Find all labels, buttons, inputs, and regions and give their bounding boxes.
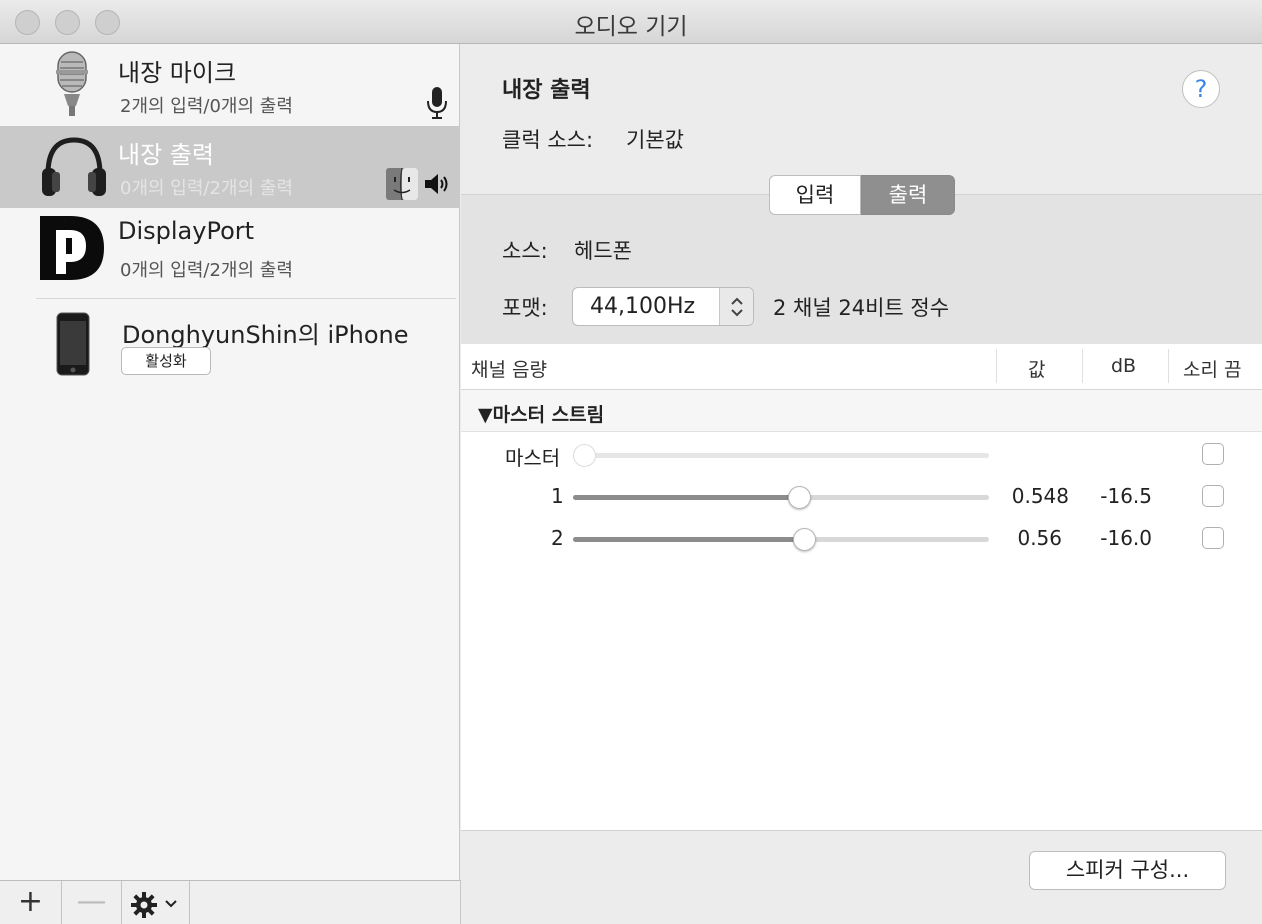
column-divider — [996, 349, 997, 383]
up-down-chevron-icon — [731, 297, 743, 317]
clock-source-value: 기본값 — [626, 128, 684, 152]
device-name: 내장 마이크 — [118, 59, 237, 87]
headphones-device-icon — [42, 137, 106, 196]
chevron-down-icon — [165, 900, 177, 908]
format-label: 포맷: — [502, 296, 548, 320]
format-select[interactable]: 44,100Hz — [572, 287, 754, 326]
add-device-button[interactable]: + — [0, 881, 62, 924]
device-channels: 2개의 입력/0개의 출력 — [120, 96, 293, 117]
finder-icon — [386, 168, 418, 200]
title-bar: 오디오 기기 — [0, 0, 1262, 44]
source-label: 소스: — [502, 239, 548, 263]
mute-checkbox-channel-2[interactable] — [1202, 527, 1224, 549]
table-header: 채널 음량 값 dB 소리 끔 — [461, 344, 1262, 390]
table-row-channel-2: 2 0.56 -16.0 — [461, 518, 1262, 558]
channel-db: -16.5 — [1100, 484, 1152, 508]
slider-fill — [573, 537, 805, 542]
tab-output[interactable]: 출력 — [861, 175, 955, 215]
volume-slider-master[interactable] — [573, 444, 989, 467]
action-menu-button[interactable] — [122, 881, 190, 924]
device-name: 내장 출력 — [118, 141, 214, 169]
gear-icon — [131, 892, 157, 918]
slider-knob[interactable] — [573, 444, 596, 467]
device-list: 내장 마이크 2개의 입력/0개의 출력 내장 출력 0개의 입력/2개의 출력 — [0, 44, 460, 880]
bottom-bar: 스피커 구성... — [461, 830, 1262, 924]
sidebar-divider — [36, 298, 456, 299]
help-button[interactable]: ? — [1182, 70, 1220, 108]
column-header-db[interactable]: dB — [1111, 355, 1136, 377]
column-header-value[interactable]: 값 — [1028, 355, 1045, 382]
column-header-mute[interactable]: 소리 끔 — [1183, 355, 1241, 382]
device-title: 내장 출력 — [502, 78, 591, 103]
channel-label: 1 — [551, 484, 564, 508]
column-divider — [1082, 349, 1083, 383]
channel-value: 0.548 — [1011, 484, 1069, 508]
column-header-channel[interactable]: 채널 음량 — [471, 355, 547, 382]
format-description: 2 채널 24비트 정수 — [773, 296, 950, 320]
channel-label: 2 — [551, 526, 564, 550]
device-item-iphone[interactable]: DonghyunShin의 iPhone — [0, 302, 460, 382]
volume-slider-channel-1[interactable] — [573, 486, 989, 509]
column-divider — [1168, 349, 1169, 383]
device-channels: 0개의 입력/2개의 출력 — [120, 178, 293, 199]
slider-knob[interactable] — [793, 528, 817, 551]
master-stream-group[interactable]: ▼마스터 스트림 — [461, 390, 1262, 432]
volume-slider-channel-2[interactable] — [573, 528, 989, 551]
speaker-icon — [425, 174, 448, 194]
activate-button[interactable]: 활성화 — [121, 347, 211, 375]
slider-knob[interactable] — [788, 486, 812, 509]
iphone-device-icon — [56, 312, 90, 376]
mute-checkbox-channel-1[interactable] — [1202, 485, 1224, 507]
table-row-master: 마스터 — [461, 434, 1262, 474]
channel-value: 0.56 — [1017, 526, 1062, 550]
device-item-builtin-mic[interactable]: 내장 마이크 2개의 입력/0개의 출력 — [0, 44, 460, 126]
configure-speakers-button[interactable]: 스피커 구성... — [1029, 851, 1226, 890]
device-name: DisplayPort — [118, 217, 255, 245]
window-title: 오디오 기기 — [574, 14, 688, 40]
device-name: DonghyunShin의 iPhone — [122, 321, 409, 349]
clock-source-label: 클럭 소스: — [502, 128, 594, 152]
group-label: ▼마스터 스트림 — [478, 404, 605, 426]
table-row-channel-1: 1 0.548 -16.5 — [461, 476, 1262, 516]
source-value: 헤드폰 — [574, 239, 632, 263]
format-value: 44,100Hz — [590, 294, 696, 319]
channel-db: -16.0 — [1100, 526, 1152, 550]
channel-volume-table: 채널 음량 값 dB 소리 끔 ▼마스터 스트림 마스터 1 0.548 -16… — [461, 344, 1262, 830]
device-item-displayport[interactable]: DisplayPort 0개의 입력/2개의 출력 — [0, 208, 460, 290]
mute-checkbox-master[interactable] — [1202, 443, 1224, 465]
displayport-device-icon — [40, 216, 104, 280]
slider-fill — [573, 495, 800, 500]
device-item-builtin-output[interactable]: 내장 출력 0개의 입력/2개의 출력 — [0, 126, 460, 208]
tab-input[interactable]: 입력 — [769, 175, 861, 215]
microphone-icon — [427, 87, 447, 119]
microphone-device-icon — [56, 51, 88, 116]
device-detail-panel: 내장 출력 ? 클럭 소스: 기본값 입력 출력 소스: 헤드폰 포맷: 44,… — [461, 44, 1262, 924]
sidebar-toolbar: + — — [0, 880, 461, 924]
device-channels: 0개의 입력/2개의 출력 — [120, 260, 293, 281]
channel-label: 마스터 — [505, 446, 561, 470]
format-stepper[interactable] — [719, 288, 753, 325]
remove-device-button[interactable]: — — [62, 881, 122, 924]
